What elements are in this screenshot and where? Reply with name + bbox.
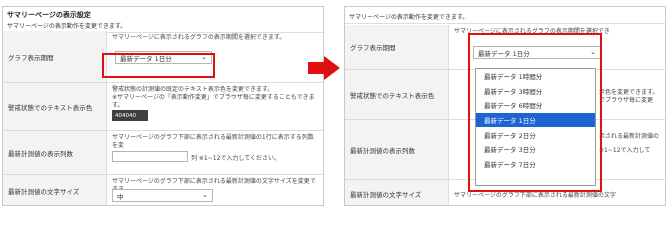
row-description: サマリーページのグラフ下部に表示される最新計測値の文字 <box>454 192 616 199</box>
row-label: 警戒状態でのテキスト表示色 <box>345 70 449 119</box>
row-description-note: ※サマリーページの「表示動作変更」でブラウザ毎に変更することもできます。 <box>112 94 315 109</box>
row-label: グラフ表示期間 <box>345 25 449 69</box>
font-size-select[interactable]: 中 ⌄ <box>112 189 213 202</box>
row-column-count: 最新計測値の表示列数 サマリーページのグラフ下部に表示される最新計測値の1行に表… <box>3 131 323 175</box>
column-count-input[interactable] <box>112 151 188 162</box>
color-value: 404040 <box>115 112 136 119</box>
section-subtitle: サマリーページの表示動作を変更できます。 <box>345 7 665 24</box>
row-label: 最新計測値の表示列数 <box>345 120 449 179</box>
row-description: 示色を変更できます。 <box>599 89 659 96</box>
input-hint: ※1~12で入力して <box>599 147 651 154</box>
row-label: 最新計測値の表示列数 <box>3 131 107 174</box>
select-value: 中 <box>117 192 124 201</box>
arrow-right-icon <box>308 62 324 74</box>
settings-panel-before: サマリーページの表示設定 サマリーページの表示動作を変更できます。 グラフ表示期… <box>2 6 324 206</box>
row-description: 警戒状態の計測値の既定のテキスト表示色を変更できます。 <box>112 86 274 93</box>
section-title: サマリーページの表示設定 <box>7 11 91 19</box>
row-description: 示される最新計測値の <box>599 133 660 140</box>
arrow-right-icon-head <box>324 56 340 80</box>
highlight-box <box>468 33 602 192</box>
row-description: サマリーページに表示されるグラフの表示期間を選択できます。 <box>112 34 286 41</box>
chevron-down-icon: ⌄ <box>202 191 208 199</box>
row-text-color: 警戒状態でのテキスト表示色 警戒状態の計測値の既定のテキスト表示色を変更できます… <box>3 83 323 131</box>
row-label: 最新計測値の文字サイズ <box>3 175 107 205</box>
row-description: サマリーページのグラフ下部に表示される最新計測値の1行に表示する列数を変 <box>112 134 314 149</box>
row-label: 最新計測値の文字サイズ <box>345 180 449 205</box>
row-label: 警戒状態でのテキスト表示色 <box>3 83 107 130</box>
color-swatch-input[interactable]: 404040 <box>112 110 148 121</box>
row-description-note: でブラウザ毎に変更 <box>599 97 654 104</box>
row-label: グラフ表示期間 <box>3 31 107 82</box>
input-hint: 列 ※1~12で入力してください。 <box>191 155 281 162</box>
row-font-size: 最新計測値の文字サイズ サマリーページのグラフ下部に表示される最新計測値の文字サ… <box>3 175 323 205</box>
highlight-box <box>102 53 215 78</box>
